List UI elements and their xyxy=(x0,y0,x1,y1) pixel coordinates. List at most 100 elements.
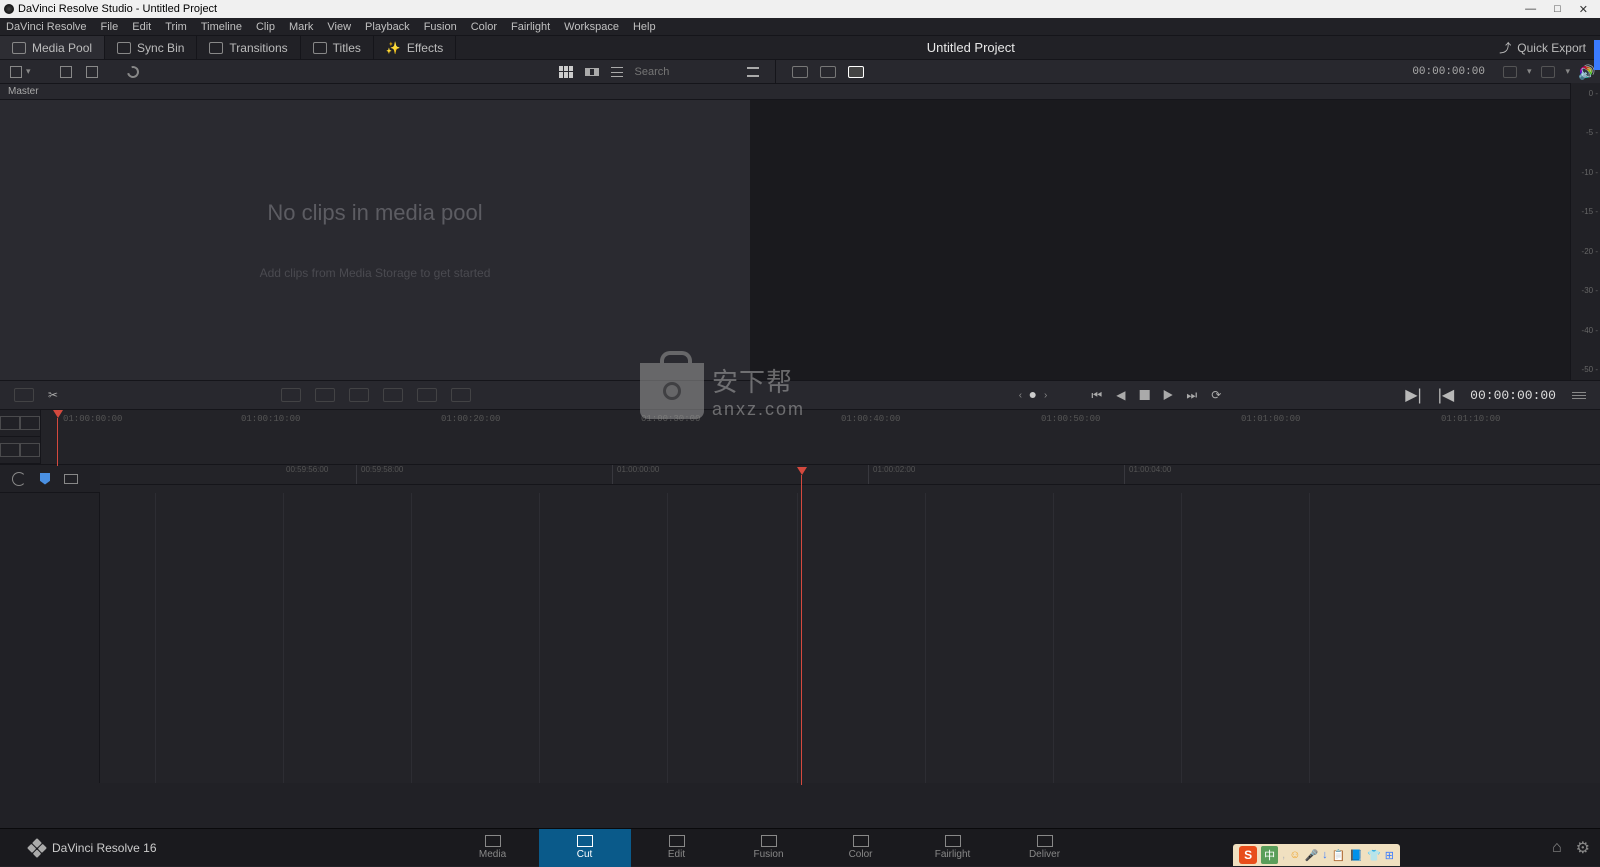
tray-grid[interactable]: ⊞ xyxy=(1385,849,1394,862)
page-cut[interactable]: Cut xyxy=(539,829,631,867)
marker-icon[interactable] xyxy=(40,473,50,485)
import-media-icon[interactable] xyxy=(10,66,22,78)
timeline-mode-c-icon[interactable] xyxy=(0,443,20,457)
strip-view-icon[interactable] xyxy=(585,68,599,76)
menu-app[interactable]: DaVinci Resolve xyxy=(6,21,87,33)
menu-timeline[interactable]: Timeline xyxy=(201,21,242,33)
menu-playback[interactable]: Playback xyxy=(365,21,410,33)
bin-path[interactable]: Master xyxy=(0,84,1600,100)
quick-export-button[interactable]: ⤴Quick Export xyxy=(1485,39,1600,56)
tray-skin[interactable]: 👕 xyxy=(1367,849,1381,862)
speaker-icon[interactable]: 🔊 xyxy=(1578,64,1594,80)
transport-toolbar: ✂ ‹› ⏮ ◀ ⏭ ⟳ ▶| |◀ 00:00:00:00 xyxy=(0,380,1600,410)
minimize-button[interactable]: — xyxy=(1525,3,1536,16)
audio-trim-icon[interactable] xyxy=(64,474,78,484)
tray-mic[interactable]: 🎤 xyxy=(1304,849,1318,862)
davinci-logo-icon xyxy=(27,838,47,858)
viewer-safe-area-icon[interactable] xyxy=(1541,66,1555,78)
menu-color[interactable]: Color xyxy=(471,21,497,33)
timeline-mode-b-icon[interactable] xyxy=(20,416,40,430)
sogou-icon[interactable]: S xyxy=(1239,846,1257,864)
main-playhead[interactable] xyxy=(797,467,807,785)
page-color[interactable]: Color xyxy=(815,829,907,867)
meter-10: -10 - xyxy=(1573,168,1598,177)
menu-fusion[interactable]: Fusion xyxy=(424,21,457,33)
go-to-start-icon[interactable]: ⏮ xyxy=(1091,388,1102,403)
tray-book[interactable]: 📘 xyxy=(1349,849,1363,862)
tab-sync-bin[interactable]: Sync Bin xyxy=(105,36,197,59)
menu-help[interactable]: Help xyxy=(633,21,656,33)
loop-icon[interactable]: ⟳ xyxy=(1211,388,1221,402)
source-tape-icon[interactable] xyxy=(792,66,808,78)
tab-effects[interactable]: ✨Effects xyxy=(374,36,456,59)
side-tab[interactable] xyxy=(1594,40,1600,70)
play-icon[interactable] xyxy=(1163,390,1172,400)
viewer-panel[interactable] xyxy=(750,100,1600,380)
dropdown-caret-icon[interactable]: ▾ xyxy=(26,66,31,77)
upper-timeline-ruler[interactable]: 01:00:00:00 01:00:10:00 01:00:20:00 01:0… xyxy=(41,410,1600,464)
menu-workspace[interactable]: Workspace xyxy=(564,21,619,33)
menu-edit[interactable]: Edit xyxy=(132,21,151,33)
project-settings-icon[interactable]: ⚙ xyxy=(1576,838,1590,858)
menu-fairlight[interactable]: Fairlight xyxy=(511,21,550,33)
viewer-tools-icon[interactable] xyxy=(1503,66,1517,78)
step-back-icon[interactable]: ◀ xyxy=(1116,388,1125,402)
new-bin-icon[interactable] xyxy=(60,66,72,78)
boring-detector-icon[interactable] xyxy=(14,388,34,402)
timeline-tracks[interactable] xyxy=(100,493,1600,783)
upper-playhead[interactable] xyxy=(53,410,63,466)
refresh-icon[interactable] xyxy=(124,63,140,79)
menu-trim[interactable]: Trim xyxy=(165,21,187,33)
snap-icon[interactable] xyxy=(12,472,26,486)
jog-nav[interactable]: ‹› xyxy=(1019,390,1048,401)
place-on-top-icon[interactable] xyxy=(417,388,437,402)
home-icon[interactable]: ⌂ xyxy=(1552,839,1562,857)
menu-view[interactable]: View xyxy=(327,21,351,33)
source-timeline-icon[interactable] xyxy=(848,66,864,78)
menu-mark[interactable]: Mark xyxy=(289,21,313,33)
go-to-out-icon[interactable]: |◀ xyxy=(1438,385,1454,405)
search-input[interactable] xyxy=(635,66,735,78)
close-up-icon[interactable] xyxy=(383,388,403,402)
page-edit[interactable]: Edit xyxy=(631,829,723,867)
new-timeline-icon[interactable] xyxy=(86,66,98,78)
tray-ime[interactable]: 中 xyxy=(1261,846,1278,864)
ripple-overwrite-icon[interactable] xyxy=(349,388,369,402)
timeline-mode-d-icon[interactable] xyxy=(20,443,40,457)
page-label: Fusion xyxy=(754,849,784,860)
append-icon[interactable] xyxy=(315,388,335,402)
smart-insert-icon[interactable] xyxy=(281,388,301,402)
timeline-options-icon[interactable] xyxy=(1572,392,1586,399)
close-button[interactable]: ✕ xyxy=(1579,3,1588,16)
lower-ruler[interactable]: 00:59:56:00 00:59:58:00 01:00:00:00 01:0… xyxy=(100,465,1600,493)
source-clip-icon[interactable] xyxy=(820,66,836,78)
page-fairlight[interactable]: Fairlight xyxy=(907,829,999,867)
timeline-mode-a-icon[interactable] xyxy=(0,416,20,430)
tools-caret-icon[interactable]: ▾ xyxy=(1527,66,1532,78)
menu-file[interactable]: File xyxy=(101,21,119,33)
tab-titles[interactable]: Titles xyxy=(301,36,374,59)
page-media[interactable]: Media xyxy=(447,829,539,867)
step-forward-icon[interactable]: ⏭ xyxy=(1186,388,1197,403)
tray-punct[interactable]: , xyxy=(1282,849,1285,861)
tab-transitions[interactable]: Transitions xyxy=(197,36,300,59)
tray-clip[interactable]: 📋 xyxy=(1332,849,1346,862)
split-clip-icon[interactable]: ✂ xyxy=(48,388,60,402)
panel-tab-bar: Media Pool Sync Bin Transitions Titles ✨… xyxy=(0,36,1600,60)
ruler1-tick-5: 01:00:50:00 xyxy=(1041,414,1241,424)
list-view-icon[interactable] xyxy=(611,67,623,77)
tab-media-pool[interactable]: Media Pool xyxy=(0,36,105,59)
stop-icon[interactable] xyxy=(1139,390,1149,400)
go-to-in-icon[interactable]: ▶| xyxy=(1405,385,1421,405)
tray-emoji[interactable]: ☺ xyxy=(1289,849,1300,861)
safe-caret-icon[interactable]: ▾ xyxy=(1565,66,1570,78)
tray-dl[interactable]: ↓ xyxy=(1322,849,1328,861)
page-fusion[interactable]: Fusion xyxy=(723,829,815,867)
sort-icon[interactable] xyxy=(747,67,759,77)
source-overwrite-icon[interactable] xyxy=(451,388,471,402)
menu-clip[interactable]: Clip xyxy=(256,21,275,33)
page-deliver[interactable]: Deliver xyxy=(999,829,1091,867)
brand-label: DaVinci Resolve 16 xyxy=(52,841,157,855)
thumbnail-view-icon[interactable] xyxy=(559,66,573,78)
maximize-button[interactable]: □ xyxy=(1554,3,1561,16)
